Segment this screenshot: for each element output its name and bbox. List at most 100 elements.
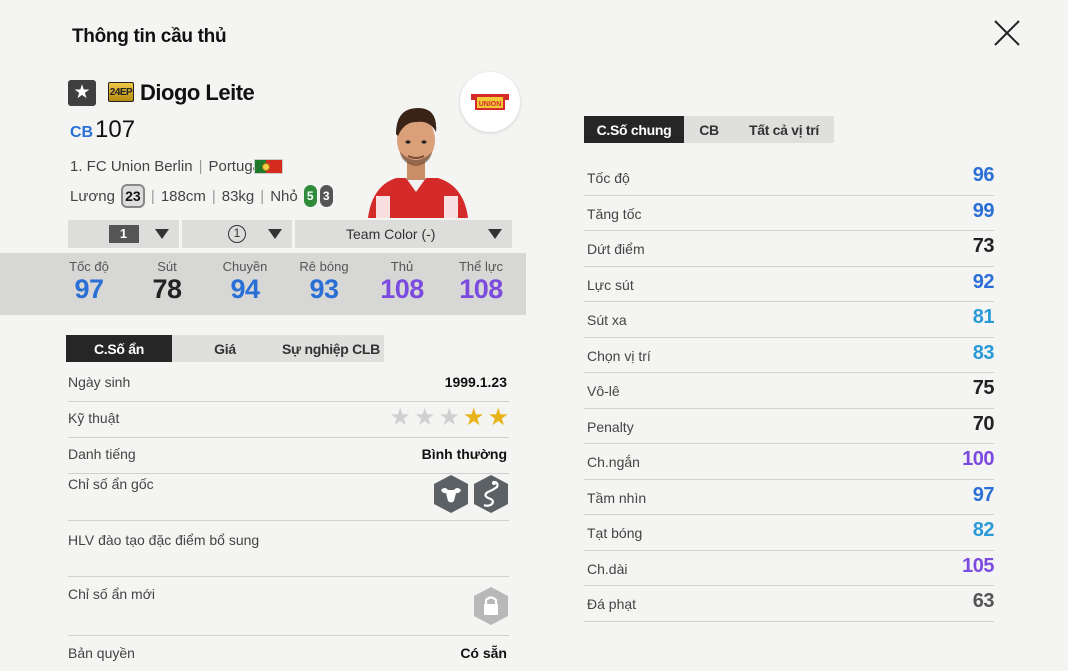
stat-label: Lực sút (587, 276, 634, 293)
tab-price[interactable]: Giá (172, 335, 278, 362)
stat-row: Vô-lê 75 (584, 373, 995, 409)
main-stats-band: Tốc độ 97 Sút 78 Chuyền 94 Rê bóng 93 Th… (0, 253, 526, 315)
reputation-label: Danh tiếng (68, 446, 136, 462)
stat-row: Tạt bóng 82 (584, 515, 995, 551)
main-stat-dribbling: Rê bóng 93 (289, 259, 359, 304)
traits-row: Chỉ số ẩn gốc (68, 474, 509, 521)
club-logo: UNION (460, 72, 520, 132)
club-name: 1. FC Union Berlin (70, 158, 193, 175)
stat-value: 105 (962, 554, 994, 577)
license-label: Bản quyền (68, 645, 135, 661)
main-stat-label: Thể lực (458, 259, 504, 274)
stat-label: Tăng tốc (587, 205, 642, 222)
level-value: 1 (108, 225, 139, 243)
main-stat-defending: Thủ 108 (367, 259, 437, 304)
main-stat-value: 108 (459, 274, 503, 304)
portugal-flag-icon (254, 159, 283, 174)
stat-value: 96 (972, 164, 995, 186)
height-value: 188cm (160, 187, 206, 205)
page-title: Thông tin cầu thủ (72, 26, 227, 47)
main-stat-shooting: Sút 78 (132, 259, 202, 304)
stat-label: Ch.ngắn (587, 454, 640, 470)
tab-hidden-stats[interactable]: C.Số ẩn (66, 335, 172, 362)
star-empty-icon: ★ (438, 404, 460, 431)
main-stat-value: 97 (74, 274, 104, 304)
stat-value: 81 (972, 306, 995, 328)
close-button[interactable] (990, 16, 1024, 50)
main-stat-value: 93 (309, 274, 339, 304)
main-stat-label: Thủ (390, 259, 414, 274)
tab-position-cb[interactable]: CB (684, 116, 734, 143)
body-type-value: Nhỏ (270, 187, 298, 205)
stat-row: Ch.dài 105 (584, 551, 994, 586)
new-traits-label: Chỉ số ẩn mới (68, 586, 155, 602)
overall-rating: 107 (95, 116, 136, 143)
star-filled-icon: ★ (462, 404, 485, 431)
stat-row: Chọn vị trí 83 (584, 338, 995, 373)
tab-all-positions[interactable]: Tất cả vị trí (734, 116, 834, 143)
main-stat-label: Sút (157, 259, 177, 274)
season-badge: 24EP (108, 82, 134, 102)
stat-label: Tốc độ (587, 170, 630, 186)
weak-foot-badge: 5 (303, 185, 317, 207)
license-row: Bản quyền Có sẵn (68, 645, 509, 667)
stat-value: 82 (972, 519, 995, 541)
stat-row: Dứt điểm 73 (584, 231, 995, 267)
chevron-down-icon (155, 229, 169, 239)
stat-value: 63 (972, 590, 995, 612)
star-empty-icon: ★ (389, 404, 411, 431)
tab-club-career[interactable]: Sự nghiệp CLB (278, 335, 384, 362)
position-label: CB (70, 124, 94, 141)
strong-foot-badge: 3 (319, 185, 333, 207)
stat-label: Ch.dài (587, 560, 628, 577)
birthday-value: 1999.1.23 (444, 374, 507, 390)
stat-value: 73 (972, 235, 995, 257)
stat-row: Tầm nhìn 97 (584, 480, 995, 515)
stat-label: Tạt bóng (587, 525, 643, 541)
star-badge: ★ (68, 80, 96, 106)
player-name: Diogo Leite (140, 80, 255, 105)
main-stat-passing: Chuyền 94 (210, 259, 280, 304)
team-color-dropdown[interactable]: Team Color (-) (295, 220, 512, 248)
snake-trait-icon[interactable] (473, 474, 509, 514)
stat-value: 75 (972, 377, 995, 399)
close-icon[interactable] (990, 16, 1024, 50)
star-empty-icon: ★ (413, 404, 436, 431)
stat-label: Tầm nhìn (587, 489, 647, 506)
stat-label: Penalty (587, 418, 634, 435)
star-filled-icon: ★ (487, 404, 509, 431)
main-stat-label: Tốc độ (69, 259, 109, 274)
level-dropdown[interactable]: 1 (68, 220, 179, 248)
bull-trait-icon[interactable] (433, 474, 469, 514)
stat-value: 100 (962, 448, 994, 470)
detail-tabs: C.Số ẩn Giá Sự nghiệp CLB (66, 335, 384, 362)
stat-label: Chọn vị trí (587, 347, 651, 364)
skill-row: Kỹ thuật ★ ★ ★ ★ ★ (68, 406, 509, 438)
stat-category-tabs: C.Số chung CB Tất cả vị trí (584, 116, 834, 143)
skill-label: Kỹ thuật (68, 410, 120, 426)
stat-row: Tốc độ 96 (584, 160, 995, 196)
tab-general-stats[interactable]: C.Số chung (584, 116, 684, 143)
reputation-value: Bình thường (421, 446, 507, 462)
stat-row: Ch.ngắn 100 (584, 444, 994, 480)
stat-row: Lực sút 92 (584, 267, 995, 302)
club-nation-line: 1. FC Union Berlin | Portugal (70, 158, 265, 175)
new-traits-row: Chỉ số ẩn mới (68, 586, 509, 636)
grade-dropdown[interactable]: 1 (182, 220, 292, 248)
stat-value: 97 (972, 483, 995, 506)
birthday-label: Ngày sinh (68, 374, 131, 390)
stat-row: Sút xa 81 (584, 302, 995, 338)
salary-label: Lương (70, 187, 115, 205)
lock-icon[interactable] (473, 586, 509, 626)
reputation-row: Danh tiếng Bình thường (68, 446, 509, 474)
stat-value: 92 (972, 270, 995, 293)
chevron-down-icon (268, 229, 282, 239)
main-stat-physical: Thể lực 108 (446, 259, 516, 304)
main-stat-value: 108 (380, 274, 424, 304)
license-value: Có sẵn (460, 645, 507, 661)
player-portrait (360, 100, 474, 218)
coach-traits-row: HLV đào tạo đặc điểm bổ sung (68, 532, 509, 577)
salary-badge: 23 (120, 184, 145, 208)
stat-value: 99 (972, 199, 995, 222)
stat-value: 83 (972, 341, 995, 364)
